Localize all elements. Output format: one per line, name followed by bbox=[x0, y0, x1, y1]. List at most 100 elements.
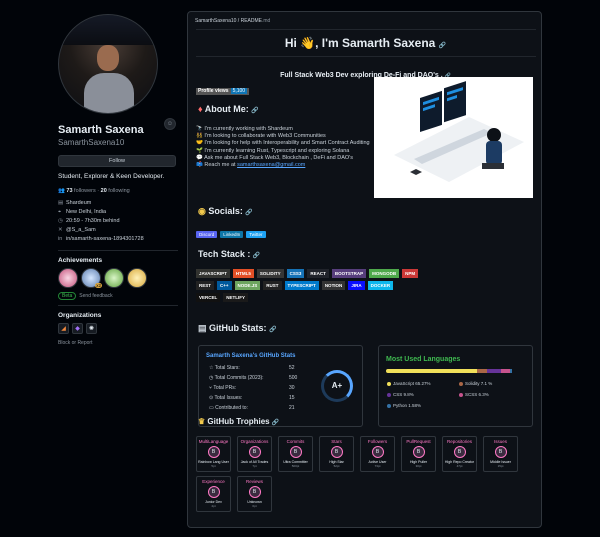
stat-value: 30 bbox=[289, 385, 295, 391]
stat-row: ⊙ Total Issues: 15 bbox=[209, 395, 309, 401]
github-profile-page: ☺ Samarth Saxena SamarthSaxena10 Follow … bbox=[0, 0, 600, 537]
avatar-background bbox=[59, 15, 157, 45]
follow-button[interactable]: Follow bbox=[58, 155, 176, 167]
org-3-icon[interactable]: ✺ bbox=[86, 323, 97, 334]
heart-icon: ♦ bbox=[198, 104, 205, 114]
anchor-link-icon[interactable]: 🔗 bbox=[253, 253, 260, 259]
trophies-title: GitHub Trophies bbox=[207, 417, 270, 426]
language-pct: 6.3% bbox=[478, 392, 489, 397]
tech-badge: C++ bbox=[217, 281, 232, 290]
legend-dot-icon bbox=[459, 392, 463, 397]
org-1-icon[interactable]: ◢ bbox=[58, 323, 69, 334]
trophy-title: MultiLanguage bbox=[198, 439, 229, 444]
anchor-link-icon[interactable]: 🔗 bbox=[439, 43, 446, 49]
language-bar-segment bbox=[509, 369, 513, 373]
linkedin-badge[interactable]: LinkedIn bbox=[220, 231, 244, 238]
tech-badge: REST bbox=[196, 281, 215, 290]
readme-breadcrumb: SamarthSaxena10 / README.md bbox=[195, 18, 270, 24]
anchor-link-icon[interactable]: 🔗 bbox=[272, 420, 279, 426]
legend-dot-icon bbox=[387, 403, 391, 408]
profile-handle: SamarthSaxena10 bbox=[58, 138, 125, 147]
send-feedback-link[interactable]: Send feedback bbox=[79, 293, 112, 299]
trophy-rank-icon: B bbox=[371, 446, 384, 458]
detail-twitter-link[interactable]: @S_a_Sam bbox=[66, 227, 96, 233]
discord-badge[interactable]: Discord bbox=[196, 231, 218, 238]
detail-linkedin-link[interactable]: in/samarth-saxena-1894301728 bbox=[66, 236, 144, 242]
location-icon: ⌖ bbox=[58, 209, 62, 215]
trophy-points: 47pt bbox=[456, 464, 463, 468]
achievement-yolo-icon[interactable] bbox=[104, 268, 124, 288]
profile-views-badge: Profile views 5,100 bbox=[196, 88, 250, 95]
trophy-title: Followers bbox=[367, 439, 388, 444]
language-pct: 65.27% bbox=[415, 381, 431, 386]
achievement-pair-extraordinaire-icon[interactable] bbox=[127, 268, 147, 288]
email-link[interactable]: samarthsaxena@gmail.com bbox=[237, 162, 305, 168]
tech-badge: NPM bbox=[402, 269, 419, 278]
twitter-icon: ✕ bbox=[58, 227, 63, 233]
trophy-points: 500pt bbox=[291, 464, 300, 468]
followers-label[interactable]: followers bbox=[74, 188, 96, 194]
trophy-points: 4pt bbox=[211, 504, 216, 508]
set-status-icon[interactable]: ☺ bbox=[164, 118, 176, 130]
followers-count[interactable]: 73 bbox=[66, 188, 72, 194]
tech-badge: TYPESCRIPT bbox=[284, 281, 319, 290]
tech-stack-badges: JAVASCRIPT HTML5 SOLIDITY CSS3 REACT BOOTSTRA… bbox=[196, 269, 496, 305]
achievement-count-badge: x2 bbox=[95, 283, 102, 288]
trophy-rank-icon: B bbox=[207, 446, 220, 458]
about-line: 📫 Reach me at bbox=[196, 162, 236, 169]
anchor-link-icon[interactable]: 🔗 bbox=[245, 210, 252, 216]
achievements-title: Achievements bbox=[58, 257, 103, 264]
language-bar-segment bbox=[386, 369, 478, 373]
detail-linkedin[interactable]: in in/samarth-saxena-1894301728 bbox=[58, 235, 178, 244]
detail-twitter[interactable]: ✕ @S_a_Sam bbox=[58, 226, 178, 235]
language-pct: 7.1 % bbox=[480, 381, 493, 386]
readme-title-text: Hi 👋, I'm Samarth Saxena bbox=[284, 36, 436, 50]
language-legend-item: SCSS 6.3% bbox=[459, 392, 489, 397]
anchor-link-icon[interactable]: 🔗 bbox=[269, 327, 276, 333]
developer-illustration-svg bbox=[374, 77, 533, 198]
anchor-link-icon[interactable]: 🔗 bbox=[251, 108, 258, 114]
avatar-head bbox=[97, 45, 119, 71]
about-line: 💬 Ask me about Full Stack Web3, Blockcha… bbox=[196, 154, 353, 161]
org-2-icon[interactable]: ◆ bbox=[72, 323, 83, 334]
tech-badge: SOLIDITY bbox=[256, 269, 284, 278]
socials-heading: ◉ Socials: 🔗 bbox=[198, 206, 253, 217]
trophy-card: MultiLanguage B Rainbow Lang User 5pt bbox=[196, 436, 231, 472]
twitter-badge[interactable]: Twitter bbox=[246, 231, 266, 238]
beta-feedback: Beta Send feedback bbox=[58, 292, 178, 300]
language-bar-segment bbox=[501, 369, 510, 373]
tech-badge-row: JAVASCRIPT HTML5 SOLIDITY CSS3 REACT BOOTSTRA… bbox=[196, 269, 496, 278]
follow-counts: 👥 73 followers · 20 following bbox=[58, 188, 178, 194]
trophy-card: Stars B High Star 52pt bbox=[319, 436, 354, 472]
achievement-quickdraw-icon[interactable]: x2 bbox=[81, 268, 102, 288]
trophy-card: Organizations B Jack of All Trades 7pt bbox=[237, 436, 272, 472]
trophy-points: 73pt bbox=[374, 464, 381, 468]
legend-dot-icon bbox=[387, 381, 391, 386]
socials-badges: Discord LinkedIn Twitter bbox=[196, 231, 266, 238]
stat-label: Total Commits (2023): bbox=[214, 375, 264, 381]
trophy-card: Followers B Active User 73pt bbox=[360, 436, 395, 472]
readme-path[interactable]: SamarthSaxena10 / README bbox=[195, 18, 262, 24]
trophy-title: Organizations bbox=[240, 439, 269, 444]
detail-location: ⌖ New Delhi, India bbox=[58, 208, 178, 217]
trophy-points: 5pt bbox=[211, 464, 216, 468]
language-name: Solidity bbox=[465, 381, 480, 386]
achievement-pull-shark-icon[interactable] bbox=[58, 268, 78, 288]
following-count[interactable]: 20 bbox=[101, 188, 107, 194]
readme-panel: SamarthSaxena10 / README.md Hi 👋, I'm Sa… bbox=[187, 11, 542, 528]
trophy-rank-icon: B bbox=[494, 446, 507, 458]
trophy-rank-icon: B bbox=[248, 486, 261, 498]
block-or-report-link[interactable]: Block or Report bbox=[58, 340, 178, 346]
following-label[interactable]: following bbox=[108, 188, 129, 194]
language-legend-item: JavaScript 65.27% bbox=[387, 381, 431, 386]
stat-row: ▭ Contributed to: 21 bbox=[209, 405, 309, 411]
tech-stack-heading: Tech Stack : 🔗 bbox=[198, 249, 260, 259]
avatar[interactable] bbox=[58, 14, 158, 114]
trophy-card: Repositories B High Repo Creator 47pt bbox=[442, 436, 477, 472]
trophy-title: Repositories bbox=[446, 439, 472, 444]
tech-badge: DOCKER bbox=[367, 281, 394, 290]
trophy-title: Issues bbox=[493, 439, 507, 444]
developer-illustration bbox=[374, 77, 533, 198]
profile-details: ▤ Shardeum ⌖ New Delhi, India ◷ 20:59 - 7h3… bbox=[58, 199, 178, 244]
profile-views-label: Profile views bbox=[198, 88, 229, 94]
